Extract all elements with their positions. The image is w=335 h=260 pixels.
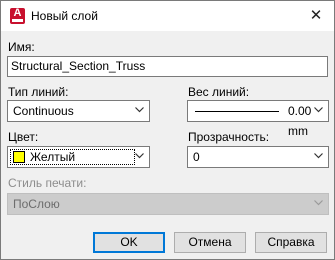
linetype-label: Тип линий:	[8, 85, 69, 99]
cancel-button[interactable]: Отмена	[174, 232, 246, 253]
app-icon: A	[10, 8, 25, 24]
title-bar: A Новый слой ✕	[1, 1, 334, 31]
lineweight-label: Вес линий:	[188, 85, 250, 99]
new-layer-dialog: A Новый слой ✕ Имя: Structural_Section_T…	[0, 0, 335, 260]
chevron-down-icon	[314, 153, 323, 161]
transparency-value: 0	[193, 150, 200, 164]
chevron-down-icon	[135, 153, 144, 161]
chevron-down-icon	[135, 107, 144, 115]
linetype-value: Continuous	[13, 104, 74, 118]
name-input[interactable]: Structural_Section_Truss	[7, 56, 328, 77]
lineweight-dropdown[interactable]: 0.00 mm	[187, 100, 329, 138]
lineweight-preview	[195, 111, 279, 112]
close-icon[interactable]: ✕	[298, 1, 334, 31]
plotstyle-dropdown: ПоСлою	[7, 193, 329, 215]
color-dropdown[interactable]: Желтый	[7, 146, 150, 168]
color-label: Цвет:	[8, 130, 39, 144]
linetype-dropdown[interactable]: Continuous	[7, 100, 150, 122]
chevron-down-icon	[314, 200, 323, 208]
color-value: Желтый	[30, 150, 76, 164]
transparency-label: Прозрачность:	[188, 130, 270, 144]
chevron-down-icon	[314, 107, 323, 115]
transparency-combo[interactable]: 0	[187, 146, 329, 168]
help-button[interactable]: Справка	[255, 232, 327, 253]
plotstyle-value: ПоСлою	[13, 197, 60, 211]
plotstyle-label: Стиль печати:	[8, 176, 87, 190]
ok-button[interactable]: OK	[93, 232, 165, 253]
name-label: Имя:	[8, 40, 35, 54]
window-title: Новый слой	[31, 9, 98, 23]
color-swatch	[13, 151, 25, 163]
